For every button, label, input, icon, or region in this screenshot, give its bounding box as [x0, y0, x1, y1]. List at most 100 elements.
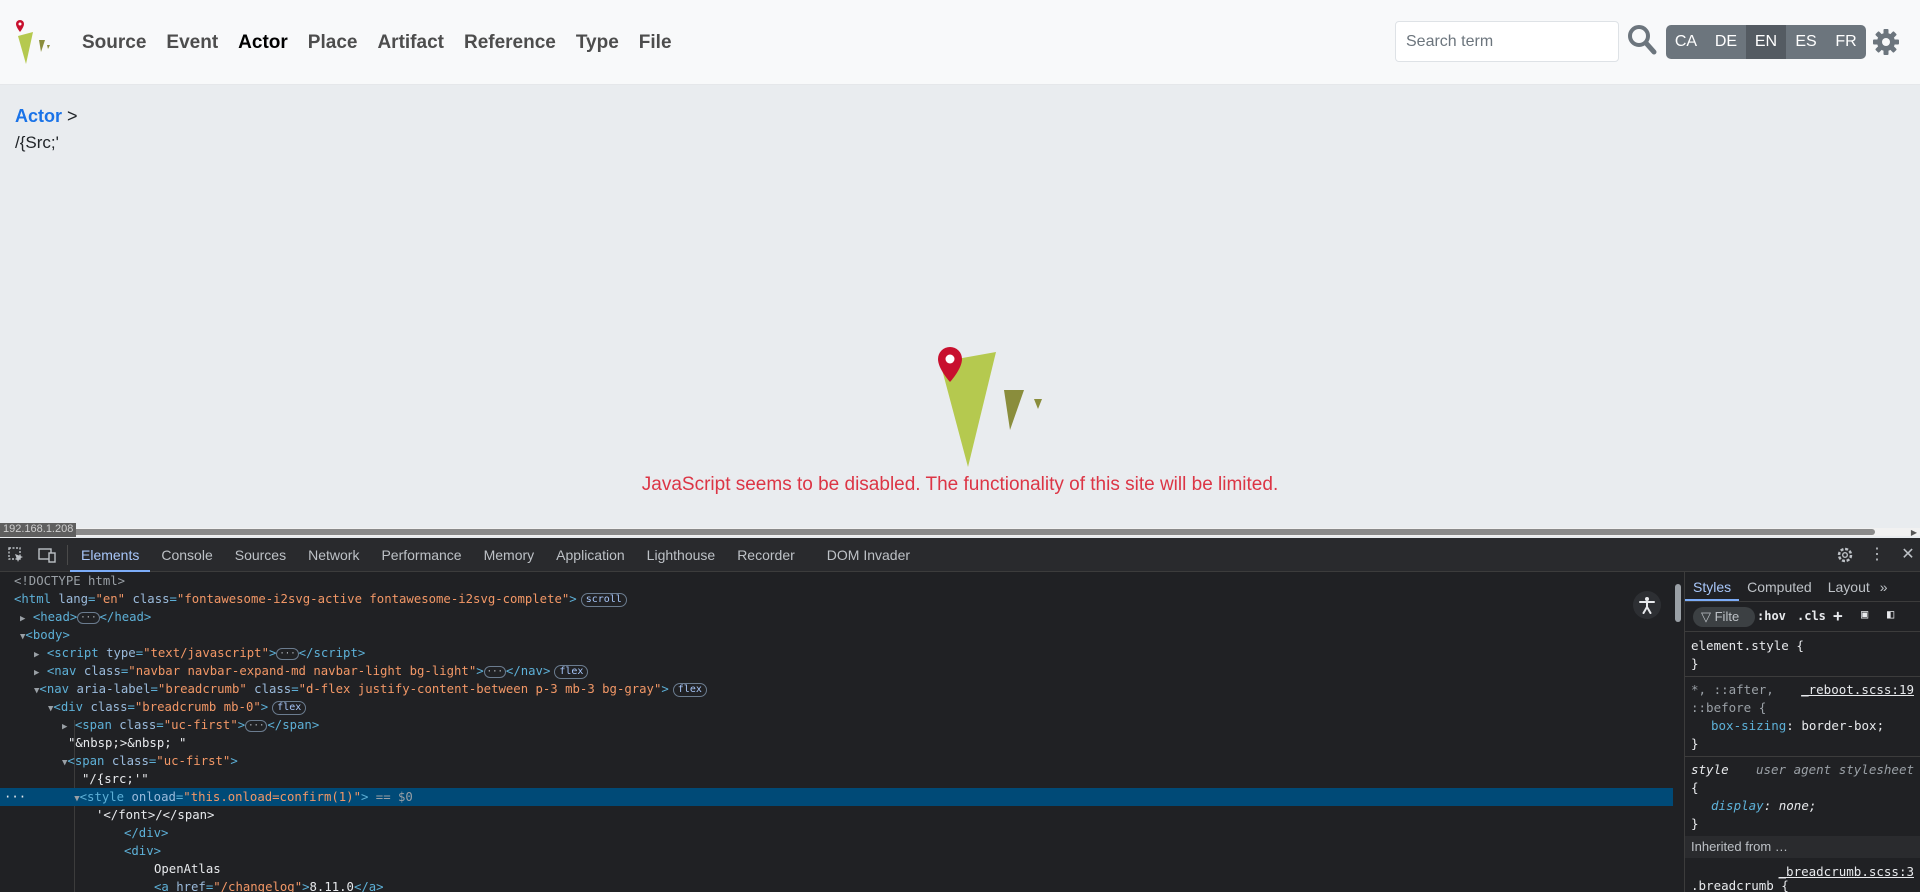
more-options-icon[interactable]: ⋮ — [1868, 546, 1886, 564]
tab-styles[interactable]: Styles — [1685, 572, 1740, 601]
nav-link-event[interactable]: Event — [160, 32, 224, 54]
dom-text-node-font[interactable]: '</font>/</span> — [0, 806, 1673, 824]
dom-node-div-open[interactable]: <div> — [0, 842, 1673, 860]
device-toolbar-icon[interactable] — [38, 546, 56, 564]
dom-node-style-selected[interactable]: ··· ▼<style onload="this.onload=confirm(1… — [0, 788, 1673, 806]
nav-link-type[interactable]: Type — [570, 32, 625, 54]
tab-performance[interactable]: Performance — [370, 538, 472, 572]
reboot-source-link[interactable]: _reboot.scss:19 — [1801, 682, 1914, 697]
val-none: none; — [1778, 798, 1817, 813]
scroll-badge[interactable]: scroll — [580, 593, 627, 607]
close-devtools-icon[interactable]: ✕ — [1899, 546, 1917, 564]
tab-layout[interactable]: Layout — [1820, 572, 1878, 601]
rule-element-style[interactable]: element.style { — [1691, 638, 1804, 653]
search-icon[interactable] — [1627, 24, 1657, 56]
nav-link-file[interactable]: File — [633, 32, 678, 54]
styles-toolbar: ▽ Filte :hov .cls + ▣ ◧ — [1685, 602, 1920, 632]
div-open-tag: <div> — [124, 844, 162, 858]
inspect-element-icon[interactable] — [7, 546, 25, 564]
rule-universal-selector[interactable]: *, ::after, — [1691, 682, 1774, 697]
lang-button-fr[interactable]: FR — [1826, 25, 1866, 59]
flex-badge[interactable]: flex — [272, 701, 307, 715]
inherited-from-header: Inherited from … — [1685, 836, 1920, 858]
user-agent-stylesheet-label: user agent stylesheet — [1755, 762, 1914, 777]
top-navbar: Source Event Actor Place Artifact Refere… — [0, 0, 1920, 85]
search-input[interactable] — [1395, 21, 1619, 62]
dom-text-node-nbsp[interactable]: "&nbsp;>&nbsp; " — [0, 734, 1673, 752]
tab-network[interactable]: Network — [297, 538, 370, 572]
val-border-box: border-box; — [1801, 718, 1885, 733]
lang-button-ca[interactable]: CA — [1666, 25, 1706, 59]
dom-text-node-openatlas[interactable]: OpenAtlas — [0, 860, 1673, 878]
dom-node-script[interactable]: ▶ <script type="text/javascript"> ··· </sc… — [0, 644, 1673, 662]
lang-button-es[interactable]: ES — [1786, 25, 1826, 59]
nav2-aria-value: breadcrumb — [165, 682, 240, 696]
openatlas-logo-icon[interactable] — [14, 18, 58, 64]
nav-link-place[interactable]: Place — [302, 32, 364, 54]
styles-pane: Styles Computed Layout » ▽ Filte :hov .c… — [1684, 572, 1920, 892]
scrollbar-thumb[interactable] — [10, 529, 1875, 535]
page-horizontal-scrollbar[interactable]: ◀ ▶ — [0, 528, 1920, 537]
devtools-settings-icon[interactable] — [1836, 546, 1854, 564]
tab-sources[interactable]: Sources — [224, 538, 297, 572]
scroll-right-arrow-icon[interactable]: ▶ — [1911, 528, 1917, 537]
accessibility-tree-button[interactable] — [1633, 591, 1661, 619]
tab-application[interactable]: Application — [545, 538, 636, 572]
dom-scrollbar-thumb[interactable] — [1675, 584, 1681, 622]
tab-recorder[interactable]: Recorder — [726, 538, 806, 572]
breadcrumb-link-actor[interactable]: Actor — [15, 106, 62, 126]
dom-node-head[interactable]: ▶ <head> ··· </head> — [0, 608, 1673, 626]
paint-icon[interactable]: ▣ — [1861, 607, 1868, 621]
rule-style-selector[interactable]: style — [1691, 762, 1729, 777]
dom-node-div-close[interactable]: </div> — [0, 824, 1673, 842]
dom-node-doctype[interactable]: <!DOCTYPE html> — [0, 572, 1673, 590]
tab-computed[interactable]: Computed — [1739, 572, 1820, 601]
dom-node-span-2[interactable]: ▼<span class="uc-first"> — [0, 752, 1673, 770]
tab-dom-invader[interactable]: DOM Invader — [816, 538, 921, 572]
nav-link-source[interactable]: Source — [76, 32, 152, 54]
tab-elements[interactable]: Elements — [70, 538, 151, 572]
breadcrumb-current: /{Src;' — [15, 133, 59, 152]
new-rule-icon[interactable]: + — [1833, 606, 1843, 625]
breadcrumb-source-link[interactable]: _breadcrumb.scss:3 — [1779, 864, 1914, 879]
flex-badge[interactable]: flex — [554, 665, 589, 679]
flex-badge[interactable]: flex — [672, 683, 707, 697]
nav-link-artifact[interactable]: Artifact — [371, 32, 450, 54]
row-menu-icon[interactable]: ··· — [4, 790, 26, 804]
span-class-value: uc-first — [171, 718, 231, 732]
tab-memory[interactable]: Memory — [473, 538, 546, 572]
tab-console[interactable]: Console — [150, 538, 223, 572]
dom-node-changelog-link[interactable]: <a href="/changelog">8.11.0</a> — [0, 878, 1673, 892]
version-text: 8.11.0 — [309, 880, 354, 892]
more-tabs-icon[interactable]: » — [1878, 572, 1890, 601]
ellipsis-icon[interactable]: ··· — [276, 648, 299, 660]
rule-divider — [1685, 756, 1920, 757]
nav-link-reference[interactable]: Reference — [458, 32, 562, 54]
dom-node-body[interactable]: ▼<body> — [0, 626, 1673, 644]
lang-button-de[interactable]: DE — [1706, 25, 1746, 59]
dom-node-span-1[interactable]: ▶ <span class="uc-first"> ··· </span> — [0, 716, 1673, 734]
ellipsis-icon[interactable]: ··· — [245, 720, 268, 732]
dom-node-html[interactable]: <html lang="en" class="fontawesome-i2svg… — [0, 590, 1673, 608]
rule-breadcrumb-selector[interactable]: .breadcrumb { — [1691, 878, 1789, 892]
sidebar-toggle-icon[interactable]: ◧ — [1887, 607, 1894, 621]
class-toggle[interactable]: .cls — [1797, 609, 1826, 623]
styles-filter-input[interactable]: ▽ Filte — [1693, 607, 1755, 627]
gear-icon[interactable] — [1872, 28, 1900, 56]
tab-lighthouse[interactable]: Lighthouse — [636, 538, 727, 572]
dom-text-node-src[interactable]: "/{src;'" — [0, 770, 1673, 788]
lang-button-en[interactable]: EN — [1746, 25, 1786, 59]
rule-box-sizing[interactable]: box-sizing: border-box; — [1711, 718, 1884, 733]
main-nav: Source Event Actor Place Artifact Refere… — [72, 0, 682, 85]
rule-display-none[interactable]: display: none; — [1711, 798, 1816, 813]
ellipsis-icon[interactable]: ··· — [483, 666, 506, 678]
openatlas-large-logo-icon — [938, 347, 1042, 467]
hover-state-toggle[interactable]: :hov — [1757, 609, 1786, 623]
ellipsis-icon[interactable]: ··· — [77, 612, 100, 624]
dom-node-nav-breadcrumb[interactable]: ▼<nav aria-label="breadcrumb" class="d-f… — [0, 680, 1673, 698]
dom-node-div-breadcrumb[interactable]: ▼<div class="breadcrumb mb-0"> flex — [0, 698, 1673, 716]
text-src: "/{src;'" — [82, 772, 149, 786]
dom-node-nav-navbar[interactable]: ▶ <nav class="navbar navbar-expand-md na… — [0, 662, 1673, 680]
dom-tree-scrollbar[interactable] — [1673, 572, 1683, 892]
nav-link-actor[interactable]: Actor — [232, 32, 294, 54]
